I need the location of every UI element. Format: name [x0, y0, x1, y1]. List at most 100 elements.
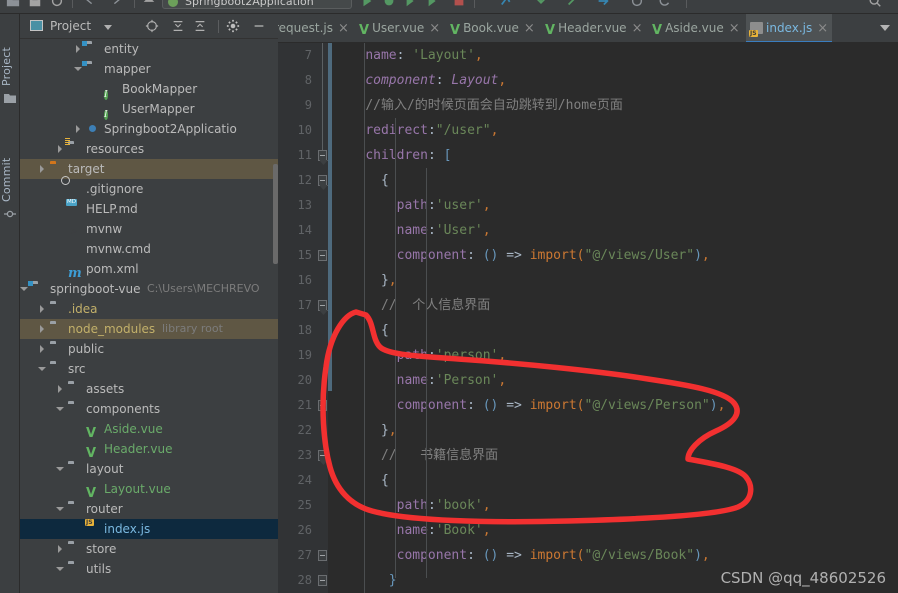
chevron-down-icon[interactable]: [20, 285, 28, 293]
tree-row[interactable]: V Layout.vue: [20, 479, 278, 500]
tree-row[interactable]: node_modules library root: [20, 319, 278, 339]
chevron-down-icon[interactable]: [104, 25, 112, 30]
chevron-right-icon[interactable]: [38, 345, 46, 353]
tree-row[interactable]: store: [20, 539, 278, 559]
save-all-icon[interactable]: [28, 0, 42, 8]
close-icon[interactable]: ×: [632, 21, 643, 36]
editor-tab[interactable]: V Book.vue ×: [446, 14, 539, 42]
chevron-down-icon[interactable]: [56, 505, 64, 513]
git-push-icon[interactable]: [596, 0, 610, 8]
code-content[interactable]: name: 'Layout', component: Layout, //输入/…: [334, 43, 898, 593]
history-icon[interactable]: [630, 0, 644, 8]
code-line[interactable]: name:'Person',: [334, 368, 898, 393]
code-line[interactable]: name: 'Layout',: [334, 43, 898, 68]
tree-row[interactable]: components: [20, 399, 278, 419]
tree-row[interactable]: m pom.xml: [20, 259, 278, 280]
tree-row[interactable]: target: [20, 159, 278, 179]
chevron-right-icon[interactable]: [74, 45, 82, 53]
chevron-down-icon[interactable]: [56, 465, 64, 473]
code-line[interactable]: component: () => import("@/views/Book"),: [334, 543, 898, 568]
code-line[interactable]: },: [334, 418, 898, 443]
chevron-right-icon[interactable]: [56, 385, 64, 393]
tree-row[interactable]: .idea: [20, 299, 278, 319]
git-commit-icon[interactable]: [566, 0, 580, 8]
chevron-right-icon[interactable]: [38, 165, 46, 173]
code-line[interactable]: {: [334, 318, 898, 343]
code-line[interactable]: component: () => import("@/views/Person"…: [334, 393, 898, 418]
git-branch-icon[interactable]: [500, 0, 514, 8]
collapse-all-icon[interactable]: [193, 19, 207, 33]
rail-button-commit[interactable]: Commit: [0, 142, 20, 202]
chevron-right-icon[interactable]: [74, 125, 82, 133]
tree-row[interactable]: springboot-vue C:\Users\MECHREVO: [20, 279, 278, 299]
settings-gear-icon[interactable]: [226, 19, 240, 33]
debug-icon[interactable]: [382, 0, 396, 8]
git-pull-icon[interactable]: [534, 0, 548, 8]
run-configuration-selector[interactable]: Springboot2Application: [162, 0, 352, 9]
code-line[interactable]: children: [: [334, 143, 898, 168]
tree-row[interactable]: router: [20, 499, 278, 519]
tree-row[interactable]: mvnw: [20, 219, 278, 239]
chevron-right-icon[interactable]: [56, 545, 64, 553]
tree-row[interactable]: V Header.vue: [20, 439, 278, 460]
tree-row[interactable]: assets: [20, 379, 278, 399]
fold-marker-line-29[interactable]: [318, 575, 327, 586]
close-icon[interactable]: ×: [338, 21, 349, 36]
editor-tab[interactable]: V Aside.vue ×: [648, 14, 744, 42]
fold-marker-line-16[interactable]: [318, 250, 327, 261]
run-icon[interactable]: [360, 0, 374, 8]
tree-row[interactable]: resources: [20, 139, 278, 159]
chevron-down-icon[interactable]: [56, 405, 64, 413]
fold-marker-line-22[interactable]: [318, 400, 327, 411]
fold-marker-line-12[interactable]: [318, 175, 327, 186]
close-icon[interactable]: ×: [729, 21, 740, 36]
editor-tab[interactable]: index.js ×: [746, 14, 833, 42]
tree-row[interactable]: V Aside.vue: [20, 419, 278, 440]
chevron-right-icon[interactable]: [38, 325, 46, 333]
code-line[interactable]: component: Layout,: [334, 68, 898, 93]
expand-all-icon[interactable]: [171, 19, 185, 33]
profile-icon[interactable]: [426, 0, 440, 8]
redo-icon[interactable]: [110, 0, 124, 8]
editor-tab[interactable]: request.js ×: [278, 14, 353, 42]
code-line[interactable]: path:'person',: [334, 343, 898, 368]
project-tree[interactable]: entity mapper I BookMapper I UserMapper Spring…: [20, 39, 278, 593]
editor-tab-bar[interactable]: request.js × V User.vue × V Book.vue × V Header.v…: [278, 14, 898, 43]
tree-row[interactable]: layout: [20, 459, 278, 479]
chevron-down-icon[interactable]: [74, 65, 82, 73]
tree-row[interactable]: mapper: [20, 59, 278, 79]
chevron-down-icon[interactable]: [38, 365, 46, 373]
rollback-icon[interactable]: [658, 0, 672, 8]
open-folder-icon[interactable]: [6, 0, 20, 8]
code-editor[interactable]: 7 8 9 10 11 12 13 14 15 16 17 18 19 20 21 22 23 24 25 26 27 2…: [278, 43, 898, 593]
tree-row[interactable]: HELP.md: [20, 199, 278, 219]
code-line[interactable]: name:'Book',: [334, 518, 898, 543]
tree-row[interactable]: Springboot2Applicatio: [20, 119, 278, 139]
tree-row[interactable]: utils: [20, 559, 278, 579]
search-icon[interactable]: [868, 0, 882, 8]
tree-row[interactable]: public: [20, 339, 278, 359]
code-line[interactable]: },: [334, 268, 898, 293]
locate-icon[interactable]: [145, 19, 159, 33]
close-icon[interactable]: ×: [524, 21, 535, 36]
tree-row[interactable]: mvnw.cmd: [20, 239, 278, 259]
tree-row[interactable]: I UserMapper: [20, 99, 278, 120]
close-icon[interactable]: ×: [817, 21, 828, 36]
tree-row[interactable]: index.js: [20, 519, 278, 539]
tree-row[interactable]: entity: [20, 39, 278, 59]
code-line[interactable]: component: () => import("@/views/User"),: [334, 243, 898, 268]
editor-scroll-thumb[interactable]: [328, 43, 332, 391]
chevron-right-icon[interactable]: [56, 145, 64, 153]
fold-marker-line-11[interactable]: [318, 150, 327, 161]
code-line[interactable]: name:'User',: [334, 218, 898, 243]
code-line[interactable]: // 个人信息界面: [334, 293, 898, 318]
code-line[interactable]: path:'book',: [334, 493, 898, 518]
code-line[interactable]: // 书籍信息界面: [334, 443, 898, 468]
code-line[interactable]: redirect:"/user",: [334, 118, 898, 143]
fold-marker-line-28[interactable]: [318, 550, 327, 561]
undo-icon[interactable]: [82, 0, 96, 8]
tree-row[interactable]: .gitignore: [20, 179, 278, 199]
tree-row[interactable]: I BookMapper: [20, 79, 278, 100]
chevron-down-icon[interactable]: [56, 565, 64, 573]
fold-marker-line-24[interactable]: [318, 450, 327, 461]
